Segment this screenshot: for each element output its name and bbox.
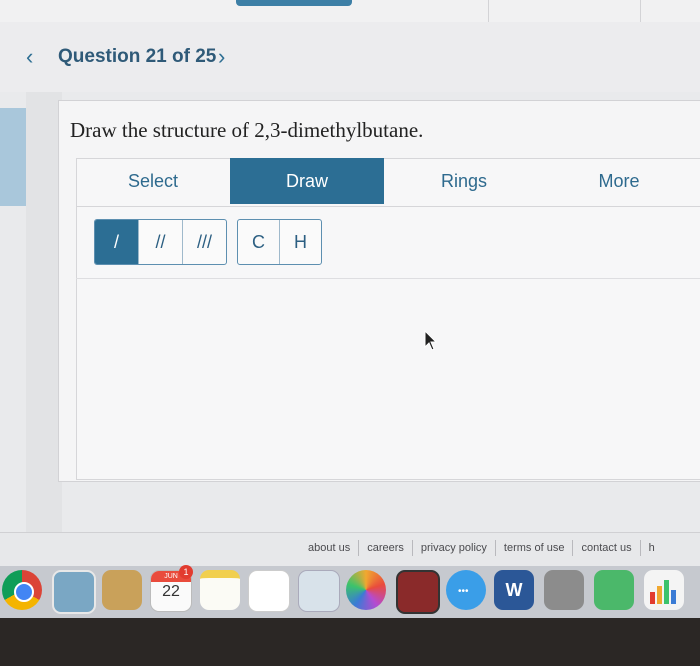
tab-draw[interactable]: Draw xyxy=(230,158,384,204)
facetime-icon[interactable] xyxy=(594,570,634,610)
editor-tab-bar: Select Draw Rings More xyxy=(76,158,700,207)
tab-rings[interactable]: Rings xyxy=(384,158,544,204)
carbon-atom-button[interactable]: C xyxy=(238,220,280,264)
atom-tools: C H xyxy=(237,219,322,265)
calculator-icon[interactable] xyxy=(544,570,584,610)
chevron-right-icon[interactable]: › xyxy=(218,44,225,70)
footer-link-privacy[interactable]: privacy policy xyxy=(413,542,495,554)
preview-icon[interactable] xyxy=(52,570,96,614)
bond-tools: / // /// xyxy=(94,219,227,265)
chevron-left-icon[interactable]: ‹ xyxy=(26,44,33,70)
messages-icon[interactable]: ••• xyxy=(446,570,486,610)
footer-link-more[interactable]: h xyxy=(641,542,663,554)
chrome-icon[interactable] xyxy=(2,570,42,610)
single-bond-button[interactable]: / xyxy=(95,220,139,264)
notes-icon[interactable] xyxy=(200,570,240,610)
tab-more[interactable]: More xyxy=(544,158,694,204)
triple-bond-button[interactable]: /// xyxy=(183,220,226,264)
toolbar-divider xyxy=(76,278,700,279)
calendar-icon[interactable]: JUN 22 1 xyxy=(150,565,193,612)
question-text: Draw the structure of 2,3-dimethylbutane… xyxy=(70,118,424,142)
footer-link-careers[interactable]: careers xyxy=(359,542,412,554)
notification-badge: 1 xyxy=(179,565,193,579)
photo-booth-icon[interactable] xyxy=(396,570,440,614)
toolbar-divider xyxy=(488,0,489,22)
contacts-icon[interactable] xyxy=(102,570,142,610)
left-panel-highlight xyxy=(0,108,26,206)
double-bond-button[interactable]: // xyxy=(139,220,183,264)
image-capture-icon[interactable] xyxy=(298,570,340,612)
calendar-day: 22 xyxy=(162,583,180,600)
photos-icon[interactable] xyxy=(346,570,386,610)
toolbar-divider xyxy=(640,0,641,22)
footer-link-contact[interactable]: contact us xyxy=(573,542,639,554)
hydrogen-atom-button[interactable]: H xyxy=(280,220,321,264)
drawing-canvas[interactable] xyxy=(92,280,700,472)
laptop-bezel xyxy=(0,618,700,666)
tab-select[interactable]: Select xyxy=(76,158,230,204)
footer-link-about[interactable]: about us xyxy=(300,542,358,554)
left-panel xyxy=(26,92,62,532)
question-navigation: ‹ Question 21 of 25 › xyxy=(0,22,700,92)
question-counter: Question 21 of 25 xyxy=(58,46,217,67)
active-tab-indicator xyxy=(236,0,352,6)
footer-link-terms[interactable]: terms of use xyxy=(496,542,573,554)
footer-links: about us careers privacy policy terms of… xyxy=(300,540,663,556)
word-icon[interactable]: W xyxy=(494,570,534,610)
numbers-icon[interactable] xyxy=(644,570,684,610)
browser-top-bar xyxy=(0,0,700,23)
reminders-icon[interactable] xyxy=(248,570,290,612)
